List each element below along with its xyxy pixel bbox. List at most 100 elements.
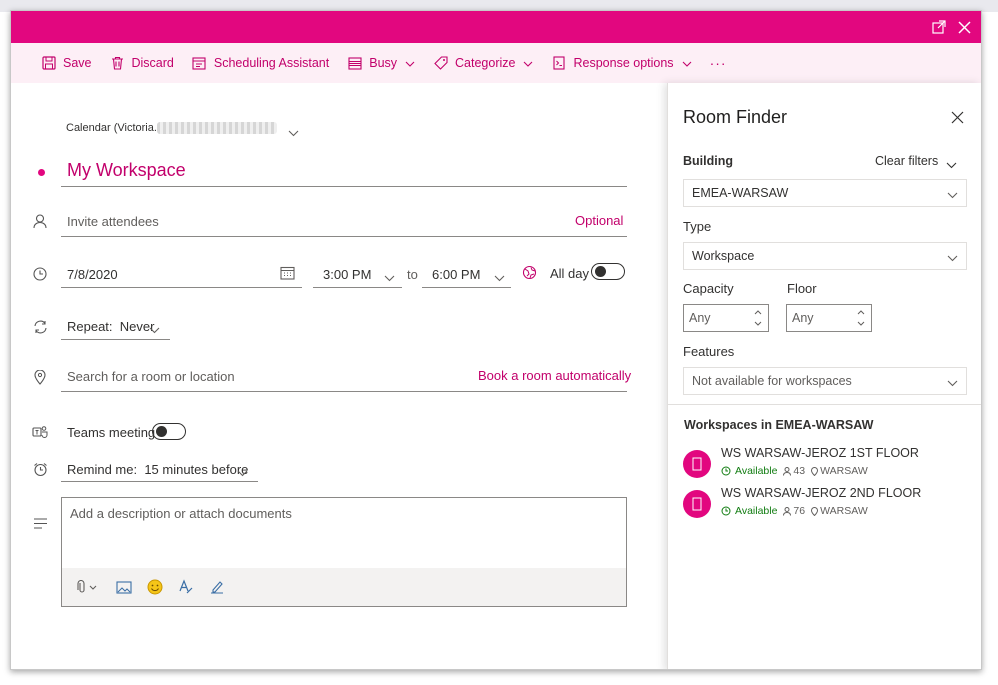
busy-status-icon <box>347 56 362 71</box>
availability-status: Available <box>735 505 778 517</box>
scheduling-assistant-button[interactable]: Scheduling Assistant <box>192 49 329 77</box>
repeat-icon <box>31 318 49 336</box>
command-toolbar: Save Discard Scheduling Assistant Busy C… <box>11 43 981 83</box>
building-value: EMEA-WARSAW <box>692 186 789 200</box>
categorize-dropdown[interactable]: Categorize <box>433 49 533 77</box>
teams-meeting-toggle[interactable] <box>152 423 186 440</box>
calendar-selector[interactable]: Calendar (Victoria. <box>66 122 277 135</box>
description-placeholder: Add a description or attach documents <box>70 506 292 521</box>
busy-dropdown[interactable]: Busy <box>347 49 415 77</box>
stepper-arrows-icon[interactable] <box>753 307 763 329</box>
all-day-toggle[interactable] <box>591 263 625 280</box>
stepper-arrows-icon[interactable] <box>856 307 866 329</box>
response-options-dropdown[interactable]: Response options <box>551 49 691 77</box>
optional-attendees-link[interactable]: Optional <box>575 213 623 228</box>
workspace-location: WARSAW <box>820 465 868 477</box>
workspace-meta: Available 76 WARSAW <box>721 505 868 517</box>
panel-divider <box>668 404 981 405</box>
event-title-input[interactable]: My Workspace <box>67 160 186 181</box>
calendar-label: Calendar (Victoria. <box>66 122 157 134</box>
remind-value: 15 minutes before <box>144 462 249 477</box>
emoji-icon[interactable] <box>146 578 164 596</box>
person-icon <box>31 212 49 230</box>
signature-icon[interactable] <box>208 578 226 596</box>
more-options-button[interactable]: ··· <box>710 49 727 77</box>
location-pin-icon <box>811 506 819 516</box>
availability-clock-icon <box>721 466 731 476</box>
remind-me-dropdown[interactable]: Remind me: 15 minutes before <box>67 462 248 477</box>
location-input[interactable]: Search for a room or location <box>67 369 235 384</box>
category-dot <box>38 169 45 176</box>
discard-button[interactable]: Discard <box>110 49 174 77</box>
popout-icon[interactable] <box>929 17 949 37</box>
description-editor[interactable]: Add a description or attach documents <box>61 497 627 607</box>
features-dropdown[interactable]: Not available for workspaces <box>683 367 967 395</box>
save-icon <box>41 56 56 71</box>
more-options-label: ··· <box>709 55 727 71</box>
redacted-email <box>156 122 277 135</box>
floor-label: Floor <box>787 281 817 296</box>
calendar-icon[interactable] <box>280 266 295 283</box>
location-pin-icon <box>811 466 819 476</box>
type-value: Workspace <box>692 249 755 263</box>
start-time-dropdown[interactable]: 3:00 PM <box>323 267 371 282</box>
format-text-icon[interactable] <box>177 578 195 596</box>
image-icon[interactable] <box>115 578 133 596</box>
floor-value: Any <box>792 311 814 325</box>
to-label: to <box>407 267 418 282</box>
type-label: Type <box>683 219 712 234</box>
building-dropdown[interactable]: EMEA-WARSAW <box>683 179 967 207</box>
event-window: Save Discard Scheduling Assistant Busy C… <box>10 10 982 670</box>
room-icon <box>683 490 711 518</box>
capacity-input[interactable]: Any <box>683 304 769 332</box>
start-time-underline <box>313 287 402 288</box>
invite-attendees-input[interactable]: Invite attendees <box>67 214 159 229</box>
attendees-underline <box>61 236 627 237</box>
workspace-name: WS WARSAW-JEROZ 1ST FLOOR <box>721 446 919 460</box>
clock-icon <box>31 265 49 283</box>
teams-icon <box>31 423 49 441</box>
repeat-underline <box>61 339 170 340</box>
workspace-location: WARSAW <box>820 505 868 517</box>
room-finder-panel: Room Finder Building Clear filters EMEA-… <box>667 83 981 669</box>
chevron-down-icon[interactable] <box>149 322 160 337</box>
remind-underline <box>61 481 258 482</box>
all-day-label: All day <box>550 266 590 281</box>
floor-input[interactable]: Any <box>786 304 872 332</box>
availability-status: Available <box>735 465 778 477</box>
workspace-result[interactable]: WS WARSAW-JEROZ 2ND FLOOR Available 76 W… <box>683 486 973 522</box>
location-underline <box>61 391 627 392</box>
teams-meeting-label: Teams meeting <box>67 425 156 440</box>
book-room-link[interactable]: Book a room automatically <box>478 368 631 383</box>
discard-label: Discard <box>131 56 174 70</box>
clear-filters-button[interactable]: Clear filters <box>875 154 938 168</box>
date-input[interactable]: 7/8/2020 <box>67 267 118 282</box>
workspace-capacity: 43 <box>793 465 806 477</box>
chevron-down-icon <box>947 251 958 265</box>
close-icon[interactable] <box>951 111 965 125</box>
save-button[interactable]: Save <box>41 49 92 77</box>
room-icon <box>683 450 711 478</box>
attach-icon[interactable] <box>74 578 102 596</box>
close-window-icon[interactable] <box>954 17 974 37</box>
workspace-name: WS WARSAW-JEROZ 2ND FLOOR <box>721 486 922 500</box>
chevron-down-icon[interactable] <box>384 270 395 285</box>
trash-icon <box>110 56 125 71</box>
chevron-down-icon[interactable] <box>946 157 957 172</box>
title-bar <box>11 11 981 43</box>
save-label: Save <box>63 56 92 70</box>
chevron-down-icon <box>947 188 958 202</box>
text-lines-icon <box>31 514 49 532</box>
chevron-down-icon[interactable] <box>288 125 299 140</box>
chevron-down-icon[interactable] <box>237 465 248 480</box>
repeat-dropdown[interactable]: Repeat: Never <box>67 319 154 334</box>
type-dropdown[interactable]: Workspace <box>683 242 967 270</box>
location-pin-icon <box>31 368 49 386</box>
tag-icon <box>433 56 448 71</box>
scheduling-icon <box>192 56 207 71</box>
end-time-dropdown[interactable]: 6:00 PM <box>432 267 480 282</box>
title-underline <box>61 186 627 187</box>
chevron-down-icon[interactable] <box>494 270 505 285</box>
timezone-globe-icon[interactable] <box>522 265 537 283</box>
workspace-result[interactable]: WS WARSAW-JEROZ 1ST FLOOR Available 43 W… <box>683 446 973 482</box>
